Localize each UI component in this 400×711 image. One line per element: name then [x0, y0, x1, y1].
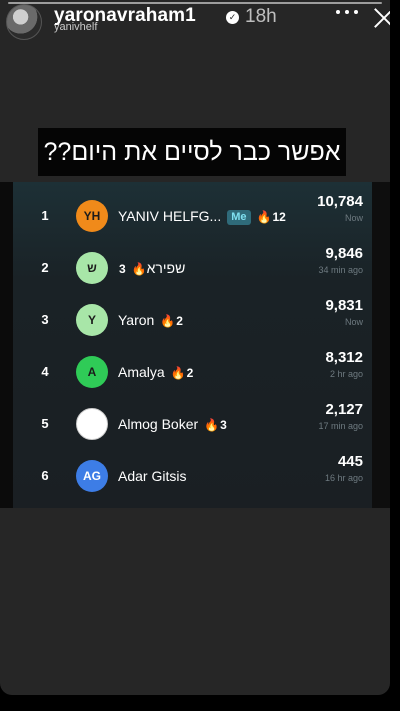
player-score: 9,831 [325, 297, 363, 314]
fire-icon: 🔥 [204, 418, 220, 432]
player-name: Yaron [118, 312, 155, 328]
streak-count: 2 [186, 366, 194, 380]
player-score: 2,127 [325, 401, 363, 418]
leaderboard-row[interactable]: 2 ש שפירא🔥 3 9,846 34 min ago [13, 242, 363, 294]
last-active-time: 16 hr ago [324, 473, 363, 483]
player-score: 10,784 [317, 193, 363, 210]
player-name: Almog Boker [118, 416, 199, 432]
rank-number: 3 [41, 312, 49, 327]
post-time: 18h [245, 6, 277, 27]
leaderboard-row[interactable]: 1 YH YANIV HELFG... Me 🔥12 10,784 Now [13, 190, 363, 242]
rank-number: 1 [41, 208, 49, 223]
player-name-group: Yaron 🔥2 [118, 294, 183, 347]
player-name-group: YANIV HELFG... Me 🔥12 [118, 190, 286, 243]
player-avatar [76, 408, 108, 440]
leaderboard-row[interactable]: 6 AG Adar Gitsis 445 16 hr ago [13, 450, 363, 502]
streak-count: 2 [176, 314, 183, 328]
player-name-group: שפירא🔥 3 [118, 242, 185, 295]
story-header: yaronavraham1 ✓ 18h yanivhelf [0, 0, 390, 44]
me-badge: Me [227, 210, 251, 225]
leaderboard-row[interactable]: 3 Y Yaron 🔥2 9,831 Now [13, 294, 363, 346]
rank-number: 2 [41, 260, 49, 275]
story-viewer[interactable]: yaronavraham1 ✓ 18h yanivhelf אפשר כבר ל… [0, 0, 390, 695]
player-avatar: Y [76, 304, 108, 336]
rank-number: 4 [41, 364, 49, 379]
story-caption: אפשר כבר לסיים את היום?? [38, 128, 346, 176]
last-active-time: 2 hr ago [329, 369, 363, 379]
player-name: שפירא [146, 260, 186, 276]
last-active-time: Now [344, 317, 363, 327]
streak-count: 12 [272, 210, 286, 224]
streak-count: 3 [119, 262, 126, 276]
fire-icon: 🔥 [170, 366, 186, 380]
player-score: 8,312 [325, 349, 363, 366]
last-active-time: Now [344, 213, 363, 223]
close-icon[interactable] [372, 6, 390, 30]
leaderboard-row[interactable]: 5 Almog Boker 🔥3 2,127 17 min ago [13, 398, 363, 450]
more-options-icon[interactable] [336, 10, 358, 26]
rank-number: 6 [41, 468, 49, 483]
player-score: 9,846 [325, 245, 363, 262]
mentioned-user[interactable]: yanivhelf [54, 21, 97, 33]
player-name: YANIV HELFG... [118, 208, 222, 224]
fire-icon: 🔥 [131, 262, 147, 276]
verified-badge-icon: ✓ [226, 11, 239, 24]
player-score: 445 [337, 453, 363, 470]
player-avatar: YH [76, 200, 108, 232]
fire-icon: 🔥 [256, 210, 272, 224]
player-avatar: AG [76, 460, 108, 492]
player-name-group: Amalya 🔥2 [118, 346, 193, 399]
player-name: Adar Gitsis [118, 468, 187, 484]
profile-avatar[interactable] [6, 4, 42, 40]
player-avatar: A [76, 356, 108, 388]
last-active-time: 17 min ago [318, 421, 363, 431]
streak-count: 3 [220, 418, 227, 432]
rank-number: 5 [41, 416, 49, 431]
player-name: Amalya [118, 364, 165, 380]
leaderboard-row[interactable]: 4 A Amalya 🔥2 8,312 2 hr ago [13, 346, 363, 398]
last-active-time: 34 min ago [318, 265, 363, 275]
player-name-group: Almog Boker 🔥3 [118, 398, 227, 451]
player-avatar: ש [76, 252, 108, 284]
fire-icon: 🔥 [160, 314, 176, 328]
player-name-group: Adar Gitsis [118, 450, 186, 502]
